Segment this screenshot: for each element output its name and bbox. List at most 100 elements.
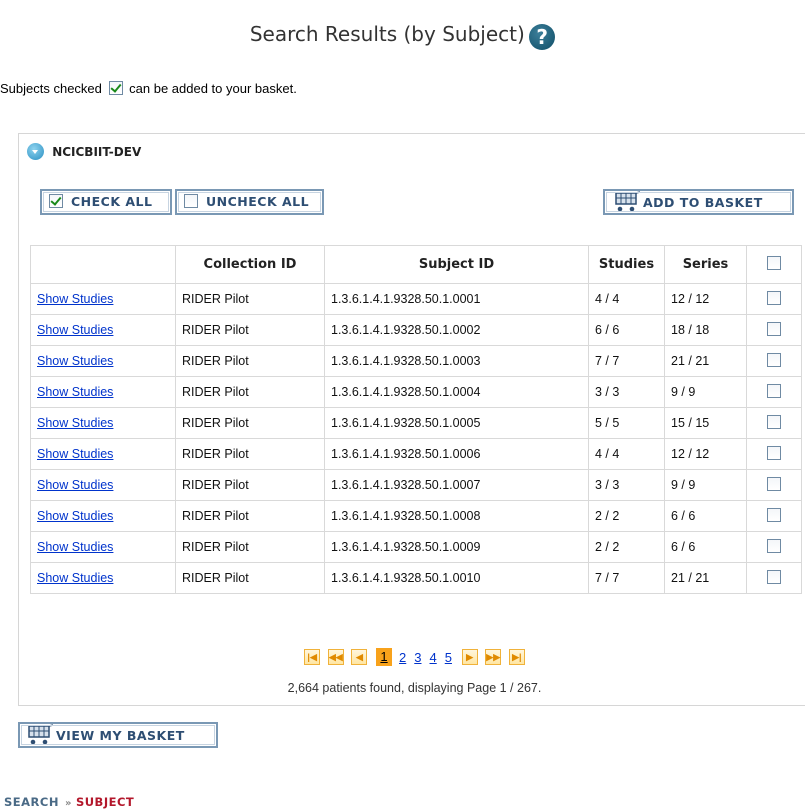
select-cell: [746, 469, 802, 501]
series-cell: 9 / 9: [671, 385, 696, 399]
select-cell: [746, 562, 802, 594]
series-cell-container: 12 / 12: [664, 438, 747, 470]
help-icon[interactable]: ?: [529, 24, 556, 50]
add-to-basket-button[interactable]: ADD TO BASKET: [603, 189, 794, 215]
show-studies-link[interactable]: Show Studies: [37, 385, 113, 399]
breadcrumb-separator: »: [64, 798, 72, 809]
subject-id-cell-container: 1.3.6.1.4.1.9328.50.1.0004: [324, 376, 589, 408]
results-panel: NCICBIIT-DEV CHECK ALL UNCHECK ALL ADD T…: [18, 133, 805, 706]
show-studies-link[interactable]: Show Studies: [37, 571, 113, 585]
collection-id-cell: RIDER Pilot: [182, 478, 249, 492]
select-cell: [746, 283, 802, 315]
page-link-4[interactable]: 4: [430, 650, 437, 665]
select-cell: [746, 500, 802, 532]
collection-id-cell: RIDER Pilot: [182, 571, 249, 585]
collection-id-cell: RIDER Pilot: [182, 292, 249, 306]
collection-id-cell-container: RIDER Pilot: [175, 283, 325, 315]
panel-header[interactable]: NCICBIIT-DEV: [27, 142, 141, 162]
col-header-subject[interactable]: Subject ID: [324, 245, 589, 284]
studies-cell-container: 2 / 2: [588, 500, 665, 532]
cart-icon: [28, 724, 54, 745]
subject-id-cell: 1.3.6.1.4.1.9328.50.1.0008: [331, 509, 481, 523]
subject-id-cell-container: 1.3.6.1.4.1.9328.50.1.0008: [324, 500, 589, 532]
subject-id-cell: 1.3.6.1.4.1.9328.50.1.0007: [331, 478, 481, 492]
select-cell: [746, 345, 802, 377]
page-link-3[interactable]: 3: [414, 650, 421, 665]
subject-id-cell-container: 1.3.6.1.4.1.9328.50.1.0010: [324, 562, 589, 594]
prev-page-icon[interactable]: ◀: [351, 649, 368, 665]
page-link-2[interactable]: 2: [399, 650, 406, 665]
series-cell: 12 / 12: [671, 447, 710, 461]
show-studies-link-container: Show Studies: [30, 438, 176, 470]
breadcrumb-search[interactable]: SEARCH: [4, 795, 59, 809]
show-studies-link[interactable]: Show Studies: [37, 323, 113, 337]
add-to-basket-label: ADD TO BASKET: [643, 195, 763, 210]
subject-id-cell: 1.3.6.1.4.1.9328.50.1.0003: [331, 354, 481, 368]
pagination: |◀ ◀◀ ◀ 12345 ▶ ▶▶ ▶|: [19, 648, 805, 666]
row-select-checkbox[interactable]: [767, 352, 781, 367]
studies-cell-container: 6 / 6: [588, 314, 665, 346]
row-select-checkbox[interactable]: [767, 507, 781, 522]
show-studies-link[interactable]: Show Studies: [37, 478, 113, 492]
subject-id-cell-container: 1.3.6.1.4.1.9328.50.1.0009: [324, 531, 589, 563]
last-page-icon[interactable]: ▶|: [508, 649, 525, 665]
basket-note: Subjects checked can be added to your ba…: [0, 81, 297, 96]
select-all-checkbox[interactable]: [767, 255, 781, 270]
show-studies-link[interactable]: Show Studies: [37, 292, 113, 306]
row-select-checkbox[interactable]: [767, 538, 781, 553]
series-cell-container: 6 / 6: [664, 531, 747, 563]
row-select-checkbox[interactable]: [767, 569, 781, 584]
row-select-checkbox[interactable]: [767, 414, 781, 429]
checked-box-icon: [108, 81, 123, 95]
check-all-button[interactable]: CHECK ALL: [40, 189, 172, 215]
table-row: Show Studies RIDER Pilot 1.3.6.1.4.1.9328.…: [30, 500, 802, 532]
show-studies-link[interactable]: Show Studies: [37, 509, 113, 523]
show-studies-link[interactable]: Show Studies: [37, 416, 113, 430]
studies-cell: 7 / 7: [595, 571, 620, 585]
col-header-series[interactable]: Series: [664, 245, 747, 284]
collection-id-cell-container: RIDER Pilot: [175, 345, 325, 377]
collection-id-cell: RIDER Pilot: [182, 509, 249, 523]
view-basket-button[interactable]: VIEW MY BASKET: [18, 722, 218, 748]
series-cell-container: 21 / 21: [664, 345, 747, 377]
table-row: Show Studies RIDER Pilot 1.3.6.1.4.1.9328.…: [30, 283, 802, 315]
subject-id-cell: 1.3.6.1.4.1.9328.50.1.0006: [331, 447, 481, 461]
row-select-checkbox[interactable]: [767, 476, 781, 491]
subject-id-cell: 1.3.6.1.4.1.9328.50.1.0005: [331, 416, 481, 430]
subject-id-cell-container: 1.3.6.1.4.1.9328.50.1.0001: [324, 283, 589, 315]
next-page-icon[interactable]: ▶: [461, 649, 478, 665]
series-cell: 6 / 6: [671, 509, 696, 523]
col-header-studies[interactable]: Studies: [588, 245, 665, 284]
collapse-toggle-icon[interactable]: [27, 143, 44, 160]
uncheck-all-label: UNCHECK ALL: [206, 194, 310, 209]
show-studies-link[interactable]: Show Studies: [37, 447, 113, 461]
series-cell-container: 12 / 12: [664, 283, 747, 315]
first-page-icon[interactable]: |◀: [304, 649, 321, 665]
cart-icon: [615, 191, 641, 212]
studies-cell: 3 / 3: [595, 385, 620, 399]
page-link-1[interactable]: 1: [376, 648, 393, 666]
collection-id-cell: RIDER Pilot: [182, 540, 249, 554]
show-studies-link[interactable]: Show Studies: [37, 354, 113, 368]
table-row: Show Studies RIDER Pilot 1.3.6.1.4.1.9328.…: [30, 345, 802, 377]
table-row: Show Studies RIDER Pilot 1.3.6.1.4.1.9328.…: [30, 314, 802, 346]
col-header-collection[interactable]: Collection ID: [175, 245, 325, 284]
show-studies-link-container: Show Studies: [30, 376, 176, 408]
row-select-checkbox[interactable]: [767, 321, 781, 336]
select-cell: [746, 376, 802, 408]
col-header-action: [30, 245, 176, 284]
next-group-icon[interactable]: ▶▶: [485, 649, 502, 665]
toolbar: CHECK ALL UNCHECK ALL ADD TO BASKET: [32, 174, 805, 224]
subject-id-cell: 1.3.6.1.4.1.9328.50.1.0010: [331, 571, 481, 585]
uncheck-all-button[interactable]: UNCHECK ALL: [175, 189, 324, 215]
show-studies-link-container: Show Studies: [30, 345, 176, 377]
show-studies-link[interactable]: Show Studies: [37, 540, 113, 554]
row-select-checkbox[interactable]: [767, 445, 781, 460]
page-link-5[interactable]: 5: [445, 650, 452, 665]
prev-group-icon[interactable]: ◀◀: [327, 649, 344, 665]
breadcrumb: SEARCH » SUBJECT: [4, 795, 134, 809]
show-studies-link-container: Show Studies: [30, 531, 176, 563]
row-select-checkbox[interactable]: [767, 290, 781, 305]
row-select-checkbox[interactable]: [767, 383, 781, 398]
collection-id-cell: RIDER Pilot: [182, 323, 249, 337]
